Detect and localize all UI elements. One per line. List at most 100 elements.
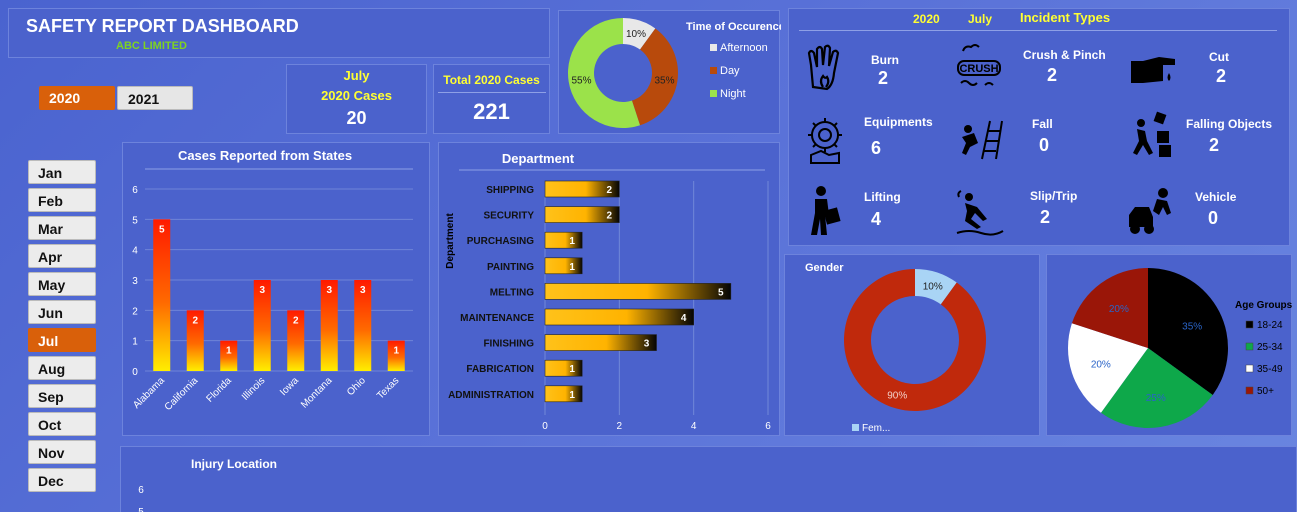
time-of-occurrence-chart: 10% 35% 55% Time of Occurence Afternoon Day Ni… (567, 18, 785, 128)
incident-falling-objects-value: 2 (1209, 135, 1220, 155)
y-tick-label: 6 (138, 485, 144, 496)
kpi-month: July (343, 68, 370, 83)
age-groups-chart: 35% 25% 20% 20% Age Groups 18-24 25-34 35-49 50+ (1068, 268, 1293, 428)
bar-purchasing (544, 231, 583, 249)
data-label: 5 (159, 224, 165, 235)
incident-slip-trip-value: 2 (1040, 207, 1051, 227)
y-tick-label: 4 (132, 246, 138, 257)
x-tick-label: Ohio (345, 375, 368, 398)
injury-location-panel: Injury Location 6 5 (120, 446, 1297, 512)
company-name: ABC LIMITED (116, 40, 187, 52)
vehicle-icon (1129, 188, 1171, 234)
y-tick-label: FINISHING (483, 339, 534, 350)
lifting-icon (811, 186, 841, 235)
y-tick-label: 0 (132, 367, 138, 378)
legend-label: Day (720, 65, 740, 77)
legend-swatch (1245, 364, 1254, 373)
x-tick-label: 6 (765, 421, 771, 432)
y-tick-label: PURCHASING (467, 236, 534, 247)
month-button-aug[interactable]: Aug (28, 356, 96, 380)
crush-icon: CRUSH (957, 44, 1001, 86)
slice-label: 10% (923, 281, 943, 292)
year-button-2021[interactable]: 2021 (117, 86, 193, 110)
incident-month: July (968, 12, 993, 26)
slice-label: 20% (1109, 304, 1129, 315)
chart-title: Department (502, 151, 575, 166)
y-tick-label: 2 (132, 306, 138, 317)
x-tick-label: 4 (691, 421, 697, 432)
bar-melting (544, 283, 732, 300)
department-bar-chart: Department Department 0 2 4 6 SHIPPING 2 SECURIT… (445, 151, 771, 432)
bar-finishing (544, 334, 657, 351)
kpi-month-cases-label: 2020 Cases (321, 88, 392, 103)
legend-swatch (852, 424, 859, 431)
month-button-dec[interactable]: Dec (28, 468, 96, 492)
data-label: 1 (569, 390, 575, 401)
y-tick-label: SHIPPING (486, 185, 534, 196)
month-button-feb[interactable]: Feb (28, 188, 96, 212)
x-tick-label: Florida (204, 375, 234, 405)
y-tick-label: 5 (138, 507, 144, 512)
incident-types-title: Incident Types (1020, 10, 1111, 25)
x-tick-label: California (163, 375, 201, 413)
age-groups-panel: 35% 25% 20% 20% Age Groups 18-24 25-34 35-49 50+ (1046, 254, 1293, 436)
equipment-gear-icon (808, 118, 842, 164)
kpi-divider (438, 92, 546, 93)
states-chart-panel: Cases Reported from States 0 1 2 3 4 5 6 5 Alabam… (122, 142, 430, 436)
x-tick-label: Texas (375, 375, 401, 401)
x-tick-label: Illinois (240, 375, 267, 402)
incident-cut-value: 2 (1216, 66, 1227, 86)
incident-crush-value: 2 (1047, 65, 1058, 85)
incident-burn-value: 2 (878, 68, 889, 88)
legend-swatch (710, 67, 717, 74)
y-tick-label: FABRICATION (466, 364, 534, 375)
slice-other (844, 269, 986, 411)
slice-label: 35% (654, 76, 674, 87)
data-label: 3 (644, 339, 650, 350)
bar-maintenance (544, 308, 694, 326)
y-tick-label: 1 (132, 337, 138, 348)
month-button-nov[interactable]: Nov (28, 440, 96, 464)
kpi-total-value: 221 (473, 99, 510, 124)
cut-hand-icon (1131, 57, 1175, 83)
fall-ladder-icon (962, 120, 1003, 160)
incident-vehicle-value: 0 (1208, 208, 1219, 228)
x-tick-label: Montana (299, 375, 335, 411)
data-label: 2 (607, 211, 613, 222)
bar-fabrication (544, 359, 583, 377)
month-button-jan[interactable]: Jan (28, 160, 96, 184)
y-tick-label: SECURITY (483, 211, 534, 222)
chart-title: Cases Reported from States (178, 148, 352, 163)
hand-flame-icon (807, 44, 840, 91)
department-chart-panel: Department Department 0 2 4 6 SHIPPING 2 SECURIT… (438, 142, 780, 436)
incident-slip-trip-label: Slip/Trip (1030, 189, 1078, 203)
kpi-total-label: Total 2020 Cases (443, 73, 540, 87)
month-button-apr[interactable]: Apr (28, 244, 96, 268)
data-label: 1 (569, 262, 575, 273)
chart-title: Age Groups (1235, 300, 1293, 311)
year-button-2020[interactable]: 2020 (39, 86, 115, 110)
legend-swatch (1245, 342, 1254, 351)
data-label: 2 (293, 315, 299, 326)
month-button-jun[interactable]: Jun (28, 300, 96, 324)
chart-title: Injury Location (191, 457, 277, 471)
bar-painting (544, 257, 583, 275)
incident-equipments-value: 6 (871, 138, 882, 158)
gender-chart: Gender 10% 90% Fem... (805, 262, 986, 434)
slice-label: 90% (887, 391, 907, 402)
y-tick-label: 5 (132, 215, 138, 226)
month-button-oct[interactable]: Oct (28, 412, 96, 436)
month-button-mar[interactable]: Mar (28, 216, 96, 240)
incident-types-panel: 2020 July Incident Types Burn 2 CRUSH Cr… (788, 8, 1290, 246)
header-panel: SAFETY REPORT DASHBOARD ABC LIMITED (8, 8, 550, 58)
legend-swatch (710, 90, 717, 97)
data-label: 3 (326, 285, 332, 296)
legend-label: 18-24 (1257, 320, 1283, 331)
month-cases-card: July 2020 Cases 20 (286, 64, 427, 134)
month-button-sep[interactable]: Sep (28, 384, 96, 408)
incident-vehicle-label: Vehicle (1195, 190, 1237, 204)
month-button-jul[interactable]: Jul (28, 328, 96, 352)
incident-fall-label: Fall (1032, 117, 1053, 131)
data-label: 3 (259, 285, 265, 296)
month-button-may[interactable]: May (28, 272, 96, 296)
